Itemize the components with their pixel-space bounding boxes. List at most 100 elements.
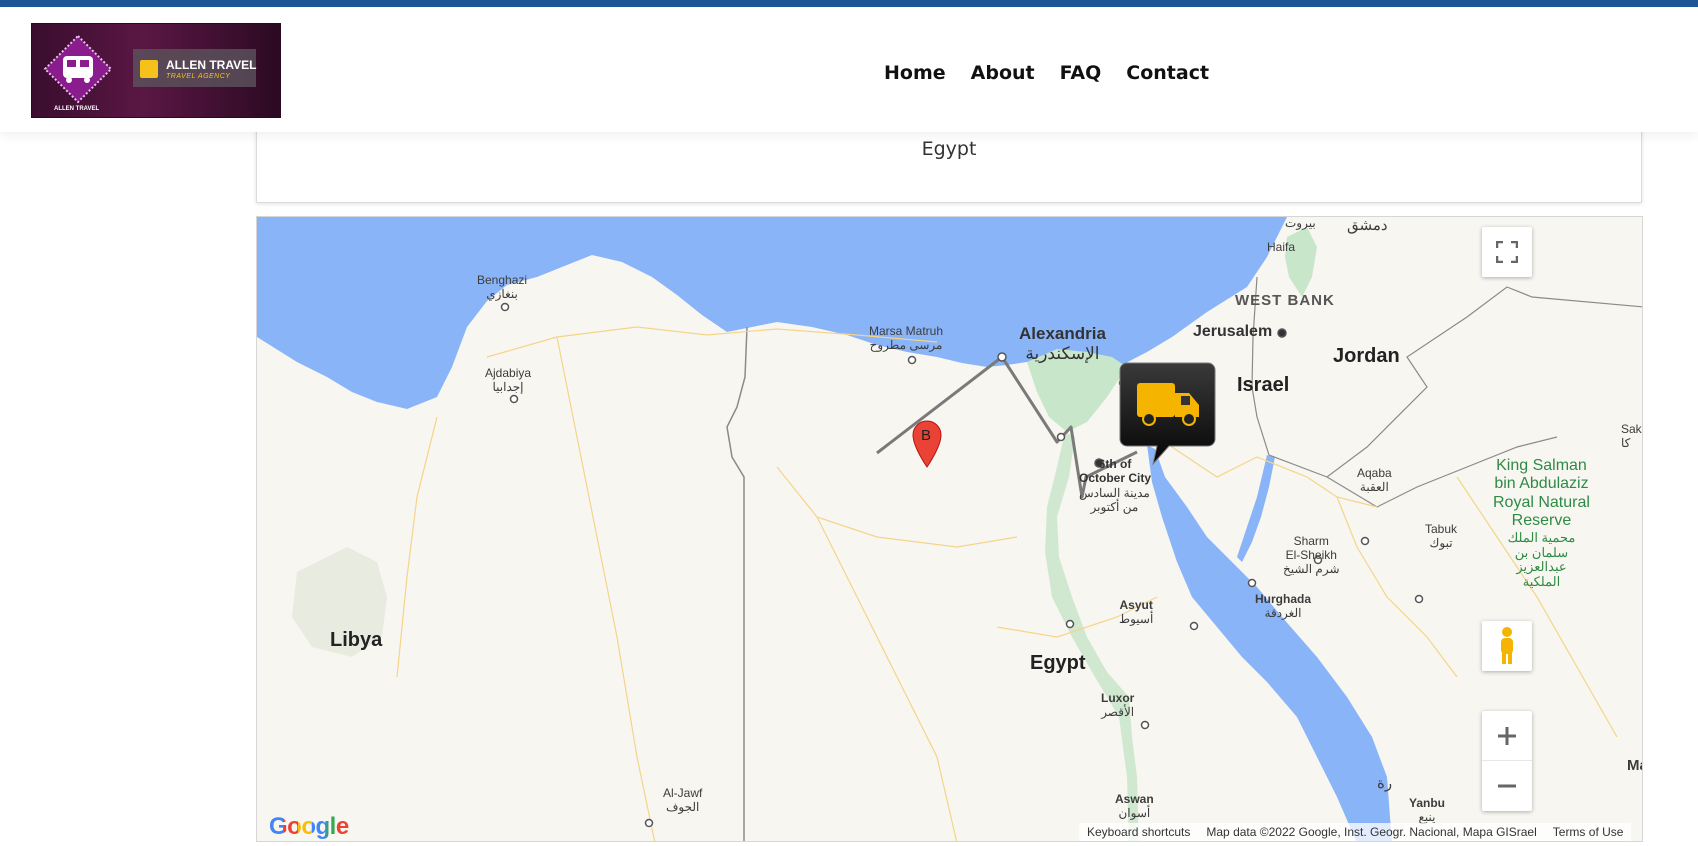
map-label-israel: Israel bbox=[1237, 374, 1290, 396]
map-label-damascus: دمشق bbox=[1347, 217, 1388, 234]
map-label-king-salman-ar-line3: عبدالعزيز bbox=[1516, 559, 1567, 575]
map-label-alexandria-en: Alexandria bbox=[1019, 324, 1106, 343]
nav-contact-link[interactable]: Contact bbox=[1126, 62, 1209, 84]
map-label-benghazi-en: Benghazi bbox=[477, 273, 528, 287]
map-label-jordan: Jordan bbox=[1333, 345, 1400, 367]
terms-of-use-link[interactable]: Terms of Use bbox=[1544, 823, 1632, 841]
map-label-sharm-line2: El-Sheikh bbox=[1285, 547, 1337, 562]
map-label-aswan: Aswan أسوان bbox=[1115, 792, 1154, 821]
map-label-al-jawf-ar: الجوف bbox=[665, 799, 700, 814]
street-view-button[interactable] bbox=[1482, 621, 1532, 671]
map-label-yanbu-en: Yanbu bbox=[1409, 796, 1446, 810]
map-label-hurghada: Hurghada الغردقة bbox=[1255, 592, 1312, 621]
map-label-sharm-ar: شرم الشيخ bbox=[1283, 561, 1340, 576]
map-label-west-bank: WEST BANK bbox=[1235, 292, 1335, 309]
map-label-aqaba: Aqaba العقبة bbox=[1357, 466, 1392, 495]
levant-green bbox=[1285, 227, 1317, 297]
map-label-king-salman-ar-line2: سلمان بن bbox=[1514, 544, 1569, 560]
map-label-benghazi-ar: بنغازي bbox=[486, 286, 518, 301]
map-label-luxor-ar: الأقصر bbox=[1101, 704, 1135, 719]
map-label-sakaka: Sak كا bbox=[1621, 422, 1642, 451]
map-label-beirut: بيروت bbox=[1285, 216, 1316, 230]
pegman-icon bbox=[1501, 627, 1513, 664]
map-label-egypt: Egypt bbox=[1030, 652, 1086, 674]
truck-marker-icon bbox=[1119, 362, 1216, 466]
keyboard-shortcuts-link[interactable]: Keyboard shortcuts bbox=[1079, 823, 1199, 841]
zoom-in-button[interactable] bbox=[1482, 711, 1532, 761]
map-label-sharm: Sharm El-Sheikh شرم الشيخ bbox=[1283, 534, 1340, 576]
top-accent-bar bbox=[0, 0, 1698, 7]
minus-icon bbox=[1498, 784, 1516, 788]
map-label-hurghada-en: Hurghada bbox=[1255, 592, 1312, 606]
map-label-asyut-en: Asyut bbox=[1119, 598, 1153, 612]
gulf-of-aqaba bbox=[1237, 455, 1275, 562]
route-map[interactable]: بيروت دمشق Haifa WEST BANK Jerusalem Jor… bbox=[256, 216, 1643, 842]
map-label-king-salman-line2: bin Abdulaziz bbox=[1494, 475, 1589, 493]
map-label-jerusalem: Jerusalem bbox=[1193, 323, 1273, 340]
destination-card: Egypt bbox=[256, 120, 1642, 203]
map-label-edge-ar: رة bbox=[1377, 775, 1393, 792]
map-label-marsa-matruh-ar: مرسى مطروح bbox=[869, 337, 943, 352]
map-label-sakaka-ar: كا bbox=[1621, 435, 1631, 450]
map-label-tabuk: Tabuk تبوك bbox=[1425, 522, 1458, 551]
map-label-luxor: Luxor الأقصر bbox=[1101, 691, 1135, 720]
nav-home-link[interactable]: Home bbox=[884, 62, 946, 84]
map-label-ajdabiya-ar: إجدابيا bbox=[492, 379, 524, 394]
map-label-al-jawf-en: Al-Jawf bbox=[663, 786, 703, 800]
nav-faq-link[interactable]: FAQ bbox=[1060, 62, 1102, 84]
destination-country: Egypt bbox=[921, 138, 977, 160]
google-logo[interactable]: Google bbox=[269, 813, 349, 841]
map-label-tabuk-ar: تبوك bbox=[1429, 535, 1453, 550]
map-label-haifa: Haifa bbox=[1267, 240, 1296, 254]
map-label-october-city-ar: مدينة السادس من أكتوبر bbox=[1079, 486, 1150, 515]
logo-brand-box: ALLEN TRAVEL TRAVEL AGENCY bbox=[133, 49, 256, 87]
map-label-ajdabiya-en: Ajdabiya bbox=[485, 366, 532, 380]
logo-brand-name: ALLEN TRAVEL bbox=[166, 58, 257, 72]
google-logo-text: Google bbox=[269, 813, 349, 840]
map-label-king-salman-reserve: King Salman bin Abdulaziz Royal Natural … bbox=[1493, 457, 1590, 590]
map-label-aswan-en: Aswan bbox=[1115, 792, 1154, 806]
map-label-asyut: Asyut أسيوط bbox=[1119, 598, 1154, 627]
map-label-ajdabiya: Ajdabiya إجدابيا bbox=[485, 366, 532, 395]
marker-b-label: B bbox=[921, 427, 932, 444]
map-data-text: Map data ©2022 Google, Inst. Geogr. Naci… bbox=[1198, 823, 1545, 841]
map-label-edge-ma: Ma bbox=[1627, 757, 1642, 774]
map-label-alexandria-ar: الإسكندرية bbox=[1025, 343, 1100, 363]
travel-bus-badge-icon bbox=[43, 34, 113, 104]
map-label-hurghada-ar: الغردقة bbox=[1264, 605, 1302, 620]
map-label-october-city-line2: October City bbox=[1079, 470, 1152, 485]
map-label-king-salman-line1: King Salman bbox=[1496, 457, 1587, 474]
fullscreen-icon bbox=[1496, 241, 1518, 263]
map-label-libya: Libya bbox=[330, 629, 383, 651]
map-label-aqaba-en: Aqaba bbox=[1357, 466, 1392, 480]
map-label-aqaba-ar: العقبة bbox=[1359, 479, 1389, 494]
map-label-asyut-ar: أسيوط bbox=[1119, 611, 1154, 626]
nav-about-link[interactable]: About bbox=[971, 62, 1035, 84]
map-label-october-city-ar-line2: من أكتوبر bbox=[1090, 499, 1139, 514]
plus-icon bbox=[1498, 726, 1516, 745]
map-label-marsa-matruh-en: Marsa Matruh bbox=[869, 324, 944, 338]
logo-brand-tagline: TRAVEL AGENCY bbox=[166, 73, 231, 80]
map-label-tabuk-en: Tabuk bbox=[1425, 522, 1458, 536]
truck-marker[interactable] bbox=[1119, 361, 1216, 466]
zoom-out-button[interactable] bbox=[1482, 761, 1532, 811]
map-label-october-city-ar-line1: مدينة السادس bbox=[1079, 486, 1150, 500]
map-attribution: Keyboard shortcuts Map data ©2022 Google… bbox=[1079, 823, 1632, 841]
map-label-king-salman-line3: Royal Natural bbox=[1493, 493, 1590, 511]
map-label-alexandria: Alexandria الإسكندرية bbox=[1019, 324, 1106, 363]
fullscreen-button[interactable] bbox=[1482, 227, 1532, 277]
map-label-sakaka-en: Sak bbox=[1621, 422, 1642, 436]
map-label-marsa-matruh: Marsa Matruh مرسى مطروح bbox=[869, 324, 944, 353]
jordan-border bbox=[1268, 286, 1642, 478]
map-label-king-salman-line4: Reserve bbox=[1511, 512, 1572, 530]
map-label-king-salman-ar-line4: الملكية bbox=[1522, 574, 1561, 590]
site-logo[interactable]: ALLEN TRAVEL ALLEN TRAVEL TRAVEL AGENCY bbox=[31, 23, 281, 118]
map-label-luxor-en: Luxor bbox=[1101, 691, 1135, 705]
site-header: ALLEN TRAVEL ALLEN TRAVEL TRAVEL AGENCY … bbox=[0, 7, 1698, 132]
main-nav: Home About FAQ Contact bbox=[884, 62, 1209, 84]
libya-egypt-border bbox=[726, 326, 748, 841]
map-label-sharm-line1: Sharm bbox=[1293, 534, 1329, 548]
logo-badge-caption: ALLEN TRAVEL bbox=[54, 106, 100, 112]
map-label-yanbu: Yanbu ينبع bbox=[1409, 796, 1446, 825]
map-label-benghazi: Benghazi بنغازي bbox=[477, 273, 528, 302]
